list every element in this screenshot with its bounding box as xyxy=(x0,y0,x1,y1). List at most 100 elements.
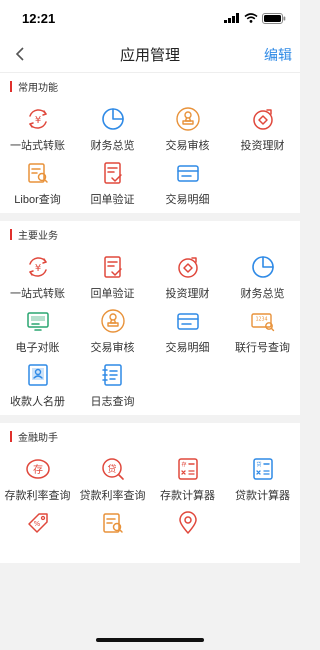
app-item-label: 联行号查询 xyxy=(235,342,290,354)
svg-text:存: 存 xyxy=(181,461,186,468)
svg-text:存: 存 xyxy=(33,463,43,476)
pie-icon xyxy=(250,254,276,280)
home-indicator xyxy=(96,638,204,642)
invest-icon xyxy=(175,254,201,280)
section-marker xyxy=(10,430,12,442)
battery-icon xyxy=(262,12,286,24)
screen-icon xyxy=(25,308,51,334)
app-grid: ¥ 一站式转账 回单验证 投资理财 财务总览 电子对账 交易审核 交易明细 123… xyxy=(0,247,300,409)
app-item-label: 一站式转账 xyxy=(10,288,65,300)
svg-text:¥: ¥ xyxy=(34,263,40,274)
invest-icon xyxy=(250,106,276,132)
app-item-label: 财务总览 xyxy=(240,288,285,300)
status-time: 12:21 xyxy=(22,10,56,26)
section-marker xyxy=(10,80,12,92)
app-item-label: 交易审核 xyxy=(165,140,210,152)
yen-exchange-icon: ¥ xyxy=(25,254,51,280)
app-item-label: 投资理财 xyxy=(240,140,285,152)
app-item[interactable] xyxy=(150,503,225,557)
svg-text:1234: 1234 xyxy=(255,317,267,323)
tag-icon: % xyxy=(25,510,51,536)
section: 金融助手 存 存款利率查询贷 贷款利率查询存 存款计算器贷 贷款计算器% xyxy=(0,423,300,563)
deposit-calc-icon: 存 xyxy=(175,456,201,482)
yen-exchange-icon: ¥ xyxy=(25,106,51,132)
loan-rate-icon: 贷 xyxy=(100,456,126,482)
nav-bar: 应用管理 编辑 xyxy=(0,36,300,73)
chevron-left-icon xyxy=(15,47,24,61)
app-item-label: 存款计算器 xyxy=(160,490,215,502)
app-item-label: 回单验证 xyxy=(90,288,135,300)
app-grid: ¥ 一站式转账 财务总览 交易审核 投资理财 Libor查询 回单验证 交易明细 xyxy=(0,99,300,207)
contacts-icon xyxy=(25,362,51,388)
location-icon xyxy=(175,510,201,536)
deposit-rate-icon: 存 xyxy=(25,456,51,482)
section-marker xyxy=(10,228,12,240)
app-item[interactable]: 存 存款利率查询 xyxy=(0,449,75,503)
app-item-label: 电子对账 xyxy=(15,342,60,354)
app-item-label: 交易明细 xyxy=(165,342,210,354)
app-item[interactable]: 回单验证 xyxy=(75,247,150,301)
app-item[interactable]: 回单验证 xyxy=(75,153,150,207)
app-item[interactable]: 存 存款计算器 xyxy=(150,449,225,503)
app-item-label: 贷款计算器 xyxy=(235,490,290,502)
app-item-label: 日志查询 xyxy=(90,396,135,408)
card-icon xyxy=(175,160,201,186)
doc-search-icon xyxy=(25,160,51,186)
section-header: 常用功能 xyxy=(0,73,300,99)
app-item-label: 存款利率查询 xyxy=(4,490,71,502)
page-title: 应用管理 xyxy=(119,46,180,64)
status-bar: 12:21 xyxy=(0,0,300,36)
back-button[interactable] xyxy=(10,42,30,66)
app-item-label: 回单验证 xyxy=(90,194,135,206)
section-header: 主要业务 xyxy=(0,221,300,247)
signal-icon xyxy=(224,13,239,23)
app-item[interactable]: 收款人名册 xyxy=(0,355,75,409)
section-header: 金融助手 xyxy=(0,423,300,449)
pie-icon xyxy=(100,106,126,132)
app-item-label: 投资理财 xyxy=(165,288,210,300)
app-item[interactable]: 电子对账 xyxy=(0,301,75,355)
app-item[interactable]: 交易明细 xyxy=(150,153,225,207)
app-item-label: 贷款利率查询 xyxy=(79,490,146,502)
app-item-label: Libor查询 xyxy=(14,194,61,206)
doc-search-icon xyxy=(100,510,126,536)
app-item[interactable]: 投资理财 xyxy=(150,247,225,301)
app-item[interactable]: 日志查询 xyxy=(75,355,150,409)
section-title: 常用功能 xyxy=(18,82,58,94)
stamp-icon xyxy=(100,308,126,334)
app-item[interactable] xyxy=(75,503,150,557)
svg-text:%: % xyxy=(33,520,40,528)
loan-calc-icon: 贷 xyxy=(250,456,276,482)
app-item[interactable]: 财务总览 xyxy=(225,247,300,301)
app-item[interactable]: 1234 联行号查询 xyxy=(225,301,300,355)
status-icons xyxy=(224,12,286,24)
app-item[interactable]: 财务总览 xyxy=(75,99,150,153)
app-item-label: 收款人名册 xyxy=(10,396,65,408)
app-item[interactable]: 交易明细 xyxy=(150,301,225,355)
sections-container: 常用功能 ¥ 一站式转账 财务总览 交易审核 投资理财 Libor查询 回单验证… xyxy=(0,73,300,563)
app-item[interactable]: 交易审核 xyxy=(75,301,150,355)
app-item[interactable]: ¥ 一站式转账 xyxy=(0,99,75,153)
app-item[interactable]: Libor查询 xyxy=(0,153,75,207)
edit-button[interactable]: 编辑 xyxy=(264,45,292,65)
section-title: 金融助手 xyxy=(18,432,58,444)
svg-text:贷: 贷 xyxy=(107,463,116,475)
app-item[interactable]: 贷 贷款计算器 xyxy=(225,449,300,503)
app-item[interactable]: ¥ 一站式转账 xyxy=(0,247,75,301)
svg-text:¥: ¥ xyxy=(34,115,40,126)
doc-check-icon xyxy=(100,160,126,186)
doc-check-icon xyxy=(100,254,126,280)
app-item-label: 一站式转账 xyxy=(10,140,65,152)
app-item[interactable]: % xyxy=(0,503,75,557)
log-icon xyxy=(100,362,126,388)
card-icon xyxy=(175,308,201,334)
section: 常用功能 ¥ 一站式转账 财务总览 交易审核 投资理财 Libor查询 回单验证… xyxy=(0,73,300,213)
app-item[interactable]: 投资理财 xyxy=(225,99,300,153)
app-item[interactable]: 贷 贷款利率查询 xyxy=(75,449,150,503)
app-item[interactable]: 交易审核 xyxy=(150,99,225,153)
wifi-icon xyxy=(244,13,258,23)
app-item-label: 财务总览 xyxy=(90,140,135,152)
app-item-label: 交易审核 xyxy=(90,342,135,354)
bank-search-icon: 1234 xyxy=(250,308,276,334)
app-item-label: 交易明细 xyxy=(165,194,210,206)
